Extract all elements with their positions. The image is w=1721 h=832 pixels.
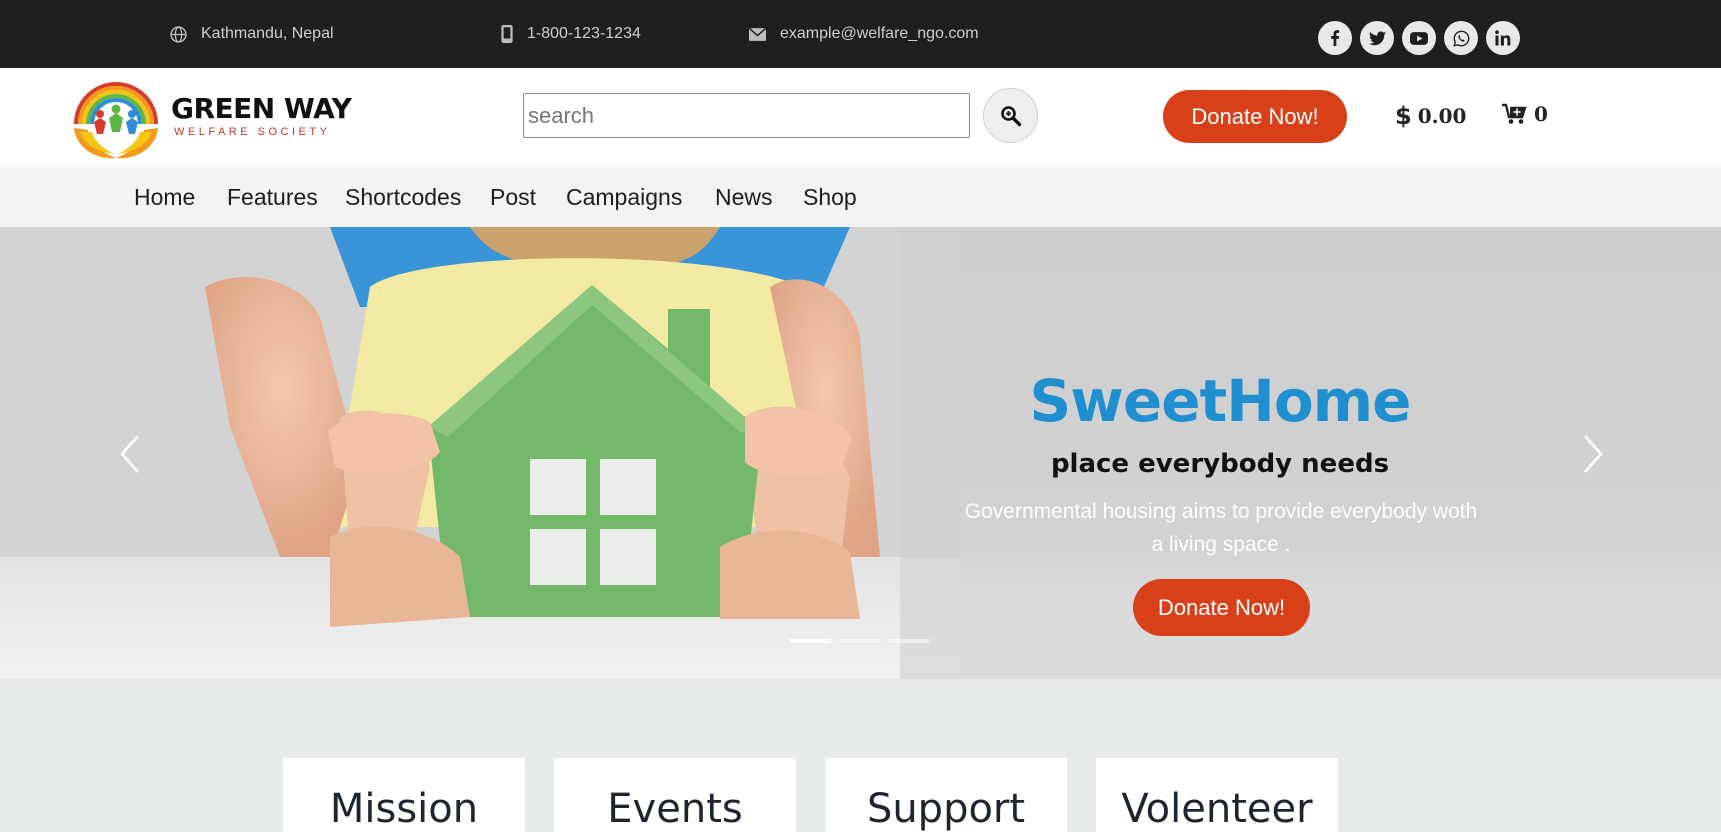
slide-indicator[interactable] (790, 639, 831, 643)
envelope-icon (749, 27, 766, 41)
cart-icon (1502, 103, 1527, 124)
slide-indicator[interactable] (839, 639, 880, 643)
cart[interactable]: 0 (1502, 102, 1548, 126)
site-header: GREEN WAY WELFARE SOCIETY Donate Now! $ … (0, 68, 1721, 167)
nav-item-shop[interactable]: Shop (803, 184, 857, 211)
social-links (1318, 21, 1520, 55)
top-bar: Kathmandu, Nepal 1-800-123-1234 example@… (0, 0, 1721, 68)
next-slide-arrow[interactable] (1577, 432, 1607, 476)
nav-item-features[interactable]: Features (227, 184, 318, 211)
hero-description: Governmental housing aims to provide eve… (964, 500, 1478, 556)
linkedin-icon[interactable] (1486, 21, 1520, 55)
brand[interactable]: GREEN WAY WELFARE SOCIETY (171, 92, 352, 138)
card-title: Volenteer (1121, 786, 1313, 832)
search-button[interactable] (983, 88, 1038, 143)
donate-button-hero[interactable]: Donate Now! (1133, 579, 1310, 636)
nav-item-post[interactable]: Post (490, 184, 536, 211)
card-title: Mission (329, 786, 479, 832)
prev-slide-arrow[interactable] (116, 432, 146, 476)
card-volenteer[interactable]: Volenteer (1096, 758, 1338, 832)
email-text: example@welfare_ngo.com (780, 25, 979, 42)
search-input[interactable] (523, 93, 970, 138)
hero-slider: SweetHome place everybody needs Governme… (0, 227, 1721, 679)
hero-subtitle: place everybody needs (1050, 449, 1390, 479)
slide-indicator[interactable] (888, 639, 929, 643)
dollar-icon: $ (1395, 102, 1412, 130)
phone-info: 1-800-123-1234 (501, 0, 641, 68)
donate-button-header[interactable]: Donate Now! (1163, 90, 1347, 143)
green-way-logo[interactable] (70, 78, 162, 160)
wallet-balance[interactable]: $ 0.00 (1395, 102, 1466, 130)
location-info: Kathmandu, Nepal (170, 0, 334, 68)
mobile-phone-icon (501, 25, 513, 43)
whatsapp-icon[interactable] (1444, 21, 1478, 55)
twitter-icon[interactable] (1360, 21, 1394, 55)
card-mission[interactable]: Mission (283, 758, 525, 832)
feature-cards: Mission Events Support Volenteer (0, 679, 1721, 832)
youtube-icon[interactable] (1402, 21, 1436, 55)
card-support[interactable]: Support (825, 758, 1067, 832)
brand-name: GREEN WAY (171, 92, 352, 125)
cart-count: 0 (1534, 102, 1548, 126)
location-text: Kathmandu, Nepal (201, 25, 334, 42)
main-nav: Home Features Shortcodes Post Campaigns … (0, 167, 1721, 227)
card-events[interactable]: Events (554, 758, 796, 832)
wallet-amount: 0.00 (1417, 104, 1467, 128)
nav-item-shortcodes[interactable]: Shortcodes (345, 184, 461, 211)
globe-icon (170, 25, 187, 43)
card-title: Support (866, 786, 1026, 832)
facebook-icon[interactable] (1318, 21, 1352, 55)
nav-item-home[interactable]: Home (134, 184, 195, 211)
hero-title: SweetHome (1029, 367, 1412, 435)
brand-tagline: WELFARE SOCIETY (174, 126, 331, 138)
email-info: example@welfare_ngo.com (749, 0, 979, 68)
slider-indicators (790, 639, 929, 643)
search-icon (1000, 105, 1021, 126)
phone-text: 1-800-123-1234 (527, 25, 641, 42)
card-title: Events (607, 786, 743, 832)
nav-item-campaigns[interactable]: Campaigns (566, 184, 682, 211)
nav-item-news[interactable]: News (715, 184, 773, 211)
